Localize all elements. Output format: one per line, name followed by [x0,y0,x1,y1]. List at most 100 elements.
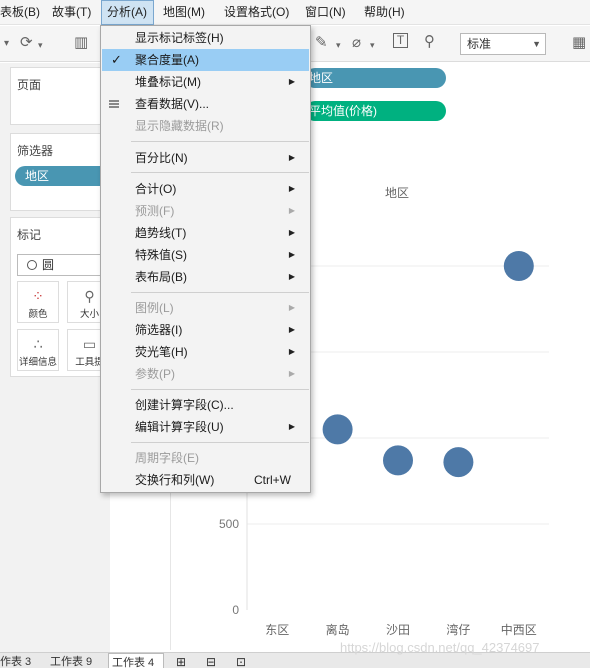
menu-item-parameters: 参数(P) ▶ [102,363,309,385]
color-button[interactable]: ⁘ 颜色 [17,281,59,323]
data-point [503,251,534,281]
submenu-arrow-icon: ▶ [288,153,295,162]
submenu-arrow-icon: ▶ [288,347,295,356]
detail-button[interactable]: ∴ 详细信息 [17,329,59,371]
rows-pill[interactable]: 平均值(价格) [305,101,446,121]
menu-item-table-layout[interactable]: 表布局(B) ▶ [102,266,309,288]
x-tick-label: 湾仔 [446,622,470,637]
chevron-down-icon[interactable]: ▾ [370,35,375,55]
data-point [383,445,413,476]
marks-type-select[interactable]: 圆 [17,254,111,276]
menu-item-totals[interactable]: 合计(O) ▶ [102,178,309,200]
menu-item-reveal-hidden-data: 显示隐藏数据(R) [135,119,224,133]
palette-icon: ⁘ [32,288,44,304]
shortcut-label: Ctrl+W [254,473,291,487]
submenu-arrow-icon: ▶ [288,325,295,334]
left-sidebar: 页面 筛选器 地区 标记 圆 ⁘ 颜色 ⚲ 大小 ∴ 详细信息 ▭ 工具提 [0,63,111,653]
marks-pane: 标记 圆 ⁘ 颜色 ⚲ 大小 ∴ 详细信息 ▭ 工具提 [10,217,111,377]
menu-separator [131,141,309,142]
pages-pane[interactable]: 页面 [10,67,110,125]
chevron-down-icon[interactable]: ▾ [336,35,341,55]
watermark: https://blog.csdn.net/qq_42374697 [340,640,540,655]
menu-window[interactable]: 窗口(N) [305,0,346,25]
pin-icon[interactable]: ⚲ [424,32,435,52]
pen-icon[interactable]: ✎ [315,33,328,53]
menu-item-special-values[interactable]: 特殊值(S) ▶ [102,244,309,266]
size-label: 大小 [79,309,99,320]
detail-icon: ∴ [33,336,43,352]
menu-item-create-calculated-field[interactable]: 创建计算字段(C)... [102,394,309,416]
fit-select-value: 标准 [467,37,492,51]
menu-map[interactable]: 地图(M) [163,0,205,25]
analysis-menu: 显示标记标签(H) ✓ 聚合度量(A) 堆叠标记(M) ▶ 查看数据(V)... 显… [100,25,311,493]
text-box-icon[interactable]: T [393,33,408,48]
submenu-arrow-icon: ▶ [288,303,295,312]
data-point [443,447,474,478]
menu-item-filters[interactable]: 筛选器(I) ▶ [102,319,309,341]
submenu-arrow-icon: ▶ [288,184,295,193]
submenu-arrow-icon: ▶ [288,77,295,86]
submenu-arrow-icon: ▶ [288,272,295,281]
menu-analysis[interactable]: 分析(A) [101,0,154,25]
menu-item-forecast: 预测(F) ▶ [102,200,309,222]
pages-title: 页面 [17,78,42,92]
color-label: 颜色 [28,309,48,320]
new-story-icon[interactable]: ⊡ [236,653,246,668]
filters-title: 筛选器 [17,144,54,158]
menu-format[interactable]: 设置格式(O) [224,0,289,25]
marks-title: 标记 [17,228,42,242]
menu-item-highlighter[interactable]: 荧光笔(H) ▶ [102,341,309,363]
chevron-left-icon[interactable]: ▾ [4,34,9,54]
marks-type-value: 圆 [42,258,55,272]
filters-pane[interactable]: 筛选器 地区 [10,133,111,211]
menu-item-view-data[interactable]: 查看数据(V)... [102,93,309,115]
menu-bar: 表板(B) 故事(T) 分析(A) 地图(M) 设置格式(O) 窗口(N) 帮助… [0,0,590,25]
y-tick-label: 500 [219,517,239,531]
menu-item-trend-lines[interactable]: 趋势线(T) ▶ [102,222,309,244]
columns-pill[interactable]: 地区 [305,68,446,88]
menu-separator [131,172,309,173]
chart-title: 地区 [385,186,409,200]
menu-story[interactable]: 故事(T) [52,0,91,25]
submenu-arrow-icon: ▶ [288,206,295,215]
menu-help[interactable]: 帮助(H) [364,0,405,25]
checkmark-icon: ✓ [111,52,122,67]
menu-item-stack-marks[interactable]: 堆叠标记(M) ▶ [102,71,309,93]
grid-icon [109,100,119,108]
new-sheet-icon[interactable]: ⊞ [176,653,186,668]
show-me-icon[interactable]: ▦ [572,33,586,53]
submenu-arrow-icon: ▶ [288,228,295,237]
submenu-arrow-icon: ▶ [288,250,295,259]
menu-item-percentage-of[interactable]: 百分比(N) ▶ [102,147,309,169]
detail-label: 详细信息 [18,357,57,368]
menu-item-swap-rows-columns[interactable]: 交换行和列(W) Ctrl+W [102,469,309,491]
menu-item-aggregate-measures[interactable]: ✓ 聚合度量(A) [102,49,309,71]
menu-separator [131,389,309,390]
circle-icon [27,260,37,270]
tab-sheet-3[interactable]: 作表 3 [0,653,44,668]
chevron-down-icon: ▼ [532,39,541,49]
menu-dashboard[interactable]: 表板(B) [0,0,40,25]
menu-item-cycle-fields: 周期字段(E) [135,451,199,465]
x-tick-label: 离岛 [326,622,350,637]
submenu-arrow-icon: ▶ [288,422,295,431]
refresh-icon[interactable]: ⟳ [20,33,33,53]
menu-item-edit-calculated-field[interactable]: 编辑计算字段(U) ▶ [102,416,309,438]
menu-separator [131,442,309,443]
x-tick-label: 东区 [265,623,289,637]
tab-sheet-4[interactable]: 工作表 4 [108,653,164,668]
submenu-arrow-icon: ▶ [288,369,295,378]
data-point [322,414,353,445]
menu-item-show-mark-labels[interactable]: 显示标记标签(H) [102,27,309,49]
new-dashboard-icon[interactable]: ⊟ [206,653,216,668]
menu-separator [131,292,309,293]
filter-pill[interactable]: 地区 [15,166,111,186]
add-chart-icon[interactable]: ▥ [74,33,88,53]
tab-sheet-9[interactable]: 工作表 9 [50,653,102,668]
fit-select[interactable]: 标准 ▼ [460,33,546,55]
paperclip-icon[interactable]: ⌀ [352,33,361,53]
chevron-down-icon[interactable]: ▾ [38,35,43,55]
x-tick-label: 中西区 [501,622,537,637]
menu-item-legends: 图例(L) ▶ [102,297,309,319]
y-tick-label: 0 [232,603,239,617]
